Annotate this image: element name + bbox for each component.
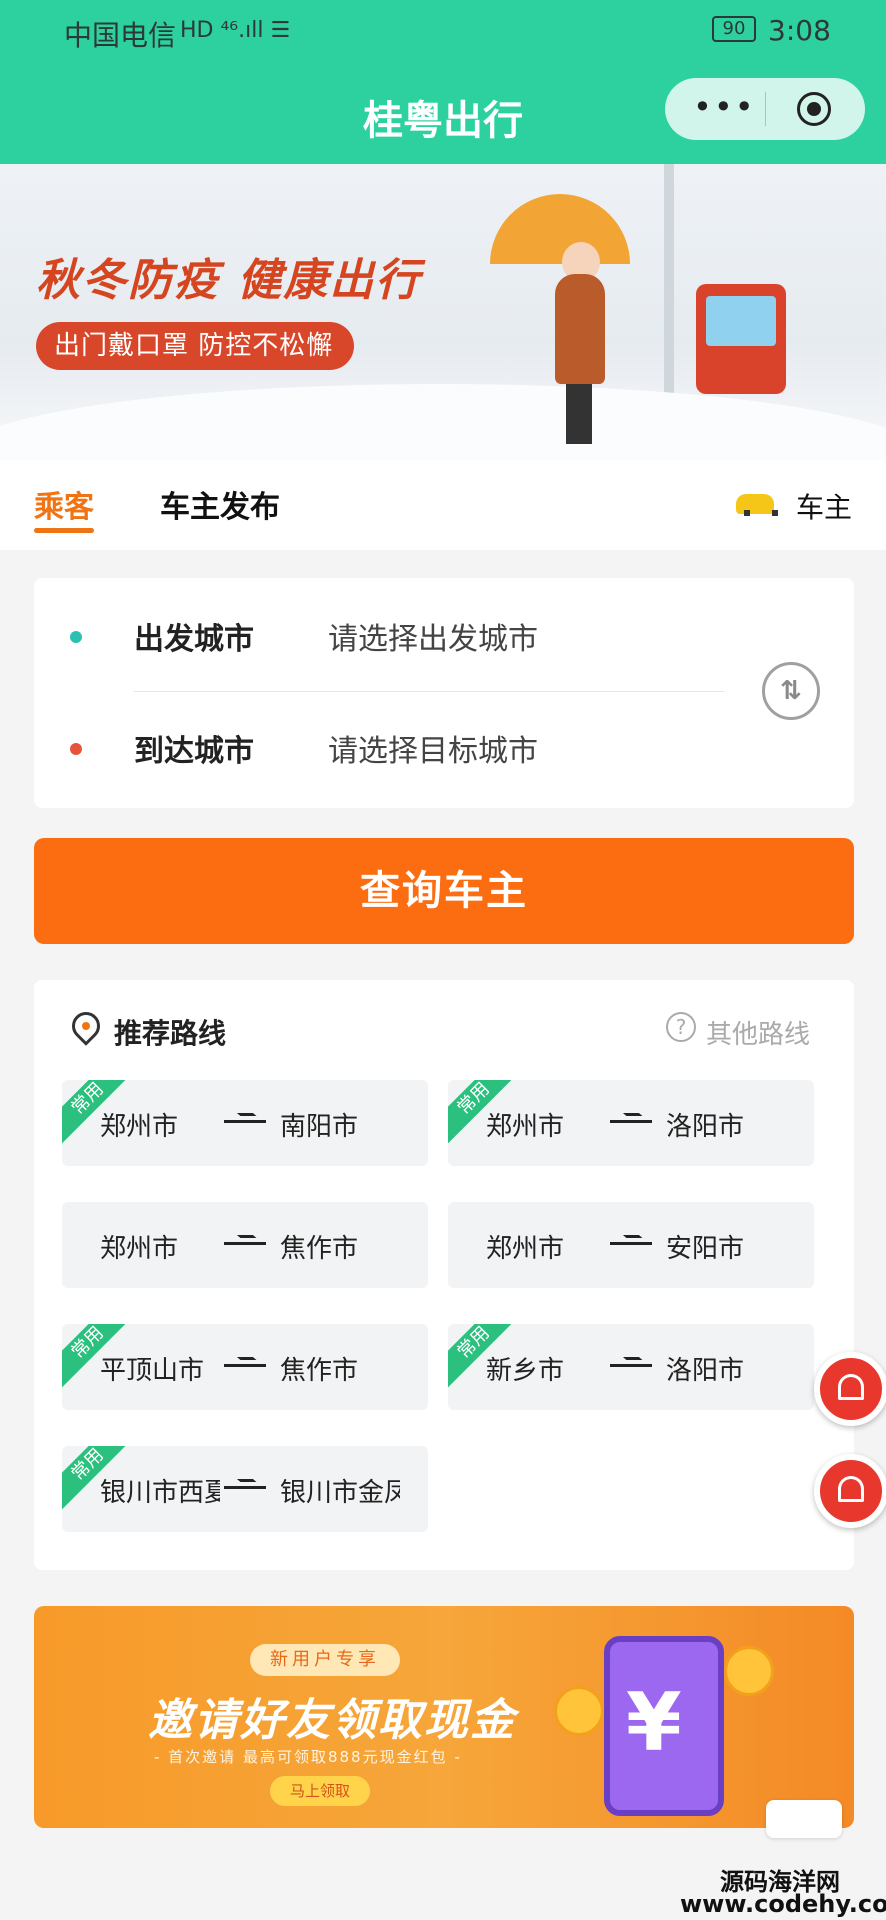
watermark-line2: www.codehy.com <box>680 1890 886 1918</box>
capsule-divider <box>765 92 766 126</box>
arrive-city-field[interactable]: 请选择目标城市 <box>328 726 538 770</box>
carrier-label: 中国电信 <box>64 19 177 52</box>
divider <box>134 691 724 692</box>
arrow-right-icon <box>610 1364 652 1367</box>
arrow-right-icon <box>224 1242 266 1245</box>
route-item[interactable]: 郑州市 焦作市 <box>62 1202 428 1288</box>
alarm-button[interactable] <box>814 1454 886 1528</box>
route-item[interactable]: 常用 新乡市 洛阳市 <box>448 1324 814 1410</box>
promo-subtitle: - 首次邀请 最高可领取888元现金红包 - <box>154 1748 462 1766</box>
route-item[interactable]: 郑州市 安阳市 <box>448 1202 814 1288</box>
alarm-icon <box>838 1476 864 1502</box>
other-routes-link[interactable]: 其他路线 <box>706 1014 810 1051</box>
girl-legs-image <box>566 384 592 444</box>
coin-image <box>554 1686 604 1736</box>
route-item[interactable]: 常用 平顶山市 焦作市 <box>62 1324 428 1410</box>
signal-icons: HD ⁴⁶.ıll ☰ <box>180 18 291 43</box>
girl-body-image <box>555 274 605 384</box>
route-from: 郑州市 <box>100 1112 179 1142</box>
route-to: 安阳市 <box>666 1234 745 1264</box>
banner-title: 秋冬防疫 健康出行 <box>36 255 422 306</box>
alarm-icon <box>838 1374 864 1400</box>
route-to: 焦作市 <box>280 1234 359 1264</box>
tab-driver[interactable]: 车主 <box>796 486 852 526</box>
city-selector-card: 出发城市 请选择出发城市 到达城市 请选择目标城市 ⇅ <box>34 578 854 808</box>
query-driver-button[interactable]: 查询车主 <box>34 838 854 944</box>
arrive-label: 到达城市 <box>134 734 254 769</box>
promo-badge: 新用户专享 <box>250 1644 400 1676</box>
arrow-right-icon <box>224 1120 266 1123</box>
close-miniapp-icon[interactable] <box>797 92 831 126</box>
arrow-right-icon <box>610 1120 652 1123</box>
bus-window <box>706 296 776 346</box>
arrow-right-icon <box>224 1486 266 1489</box>
location-pin-icon <box>66 1006 106 1046</box>
route-from: 郑州市 <box>486 1112 565 1142</box>
miniapp-capsule: ••• <box>665 78 865 140</box>
route-to: 南阳市 <box>280 1112 359 1142</box>
route-to: 银川市金凤区 <box>280 1478 400 1508</box>
alarm-button[interactable] <box>814 1352 886 1426</box>
battery-icon: 90 <box>712 16 756 42</box>
route-to: 洛阳市 <box>666 1112 745 1142</box>
top-bar: 中国电信 HD ⁴⁶.ıll ☰ 90 3:08 桂粤出行 ••• <box>0 0 886 164</box>
banner-subtitle: 出门戴口罩 防控不松懈 <box>36 322 354 370</box>
umbrella-image <box>490 194 630 264</box>
route-to: 焦作市 <box>280 1356 359 1386</box>
tab-driver-publish[interactable]: 车主发布 <box>160 482 280 526</box>
depart-label: 出发城市 <box>134 622 254 657</box>
arrow-right-icon <box>610 1242 652 1245</box>
route-from: 郑州市 <box>100 1234 179 1264</box>
bus-image <box>696 284 786 394</box>
route-item[interactable]: 常用 银川市西夏区 银川市金凤区 <box>62 1446 428 1532</box>
clock: 3:08 <box>768 14 831 47</box>
route-from: 新乡市 <box>486 1356 565 1386</box>
depart-city-field[interactable]: 请选择出发城市 <box>328 614 538 658</box>
routes-title: 推荐路线 <box>114 1017 227 1050</box>
route-from: 银川市西夏区 <box>100 1478 220 1508</box>
more-icon[interactable]: ••• <box>693 88 756 126</box>
route-from: 郑州市 <box>486 1234 565 1264</box>
status-bar: 中国电信 HD ⁴⁶.ıll ☰ 90 3:08 <box>0 0 886 62</box>
swap-cities-icon[interactable]: ⇅ <box>762 662 820 720</box>
epidemic-banner[interactable]: 秋冬防疫 健康出行 出门戴口罩 防控不松懈 <box>0 164 886 460</box>
tab-passenger[interactable]: 乘客 <box>34 482 94 526</box>
snow-image <box>0 384 886 460</box>
recommended-routes-card: 推荐路线 ? 其他路线 常用 郑州市 南阳市 常用 郑州市 洛阳市 郑州市 焦作… <box>34 980 854 1570</box>
coin-image <box>724 1646 774 1696</box>
invite-promo-banner[interactable]: ¥ 新用户专享 邀请好友领取现金 - 首次邀请 最高可领取888元现金红包 - … <box>34 1606 854 1828</box>
car-icon[interactable] <box>736 494 778 516</box>
route-to: 洛阳市 <box>666 1356 745 1386</box>
route-item[interactable]: 常用 郑州市 洛阳市 <box>448 1080 814 1166</box>
role-tabs: 乘客 车主发布 车主 <box>0 460 886 550</box>
floating-panel-button[interactable] <box>766 1800 842 1838</box>
route-item[interactable]: 常用 郑州市 南阳市 <box>62 1080 428 1166</box>
depart-dot-icon <box>70 631 82 643</box>
active-tab-indicator <box>34 528 94 533</box>
help-icon[interactable]: ? <box>666 1012 696 1042</box>
arrive-dot-icon <box>70 743 82 755</box>
route-from: 平顶山市 <box>100 1356 205 1386</box>
arrow-right-icon <box>224 1364 266 1367</box>
yen-icon: ¥ <box>626 1676 682 1769</box>
promo-headline: 邀请好友领取现金 <box>148 1695 516 1746</box>
claim-now-button[interactable]: 马上领取 <box>270 1776 370 1806</box>
